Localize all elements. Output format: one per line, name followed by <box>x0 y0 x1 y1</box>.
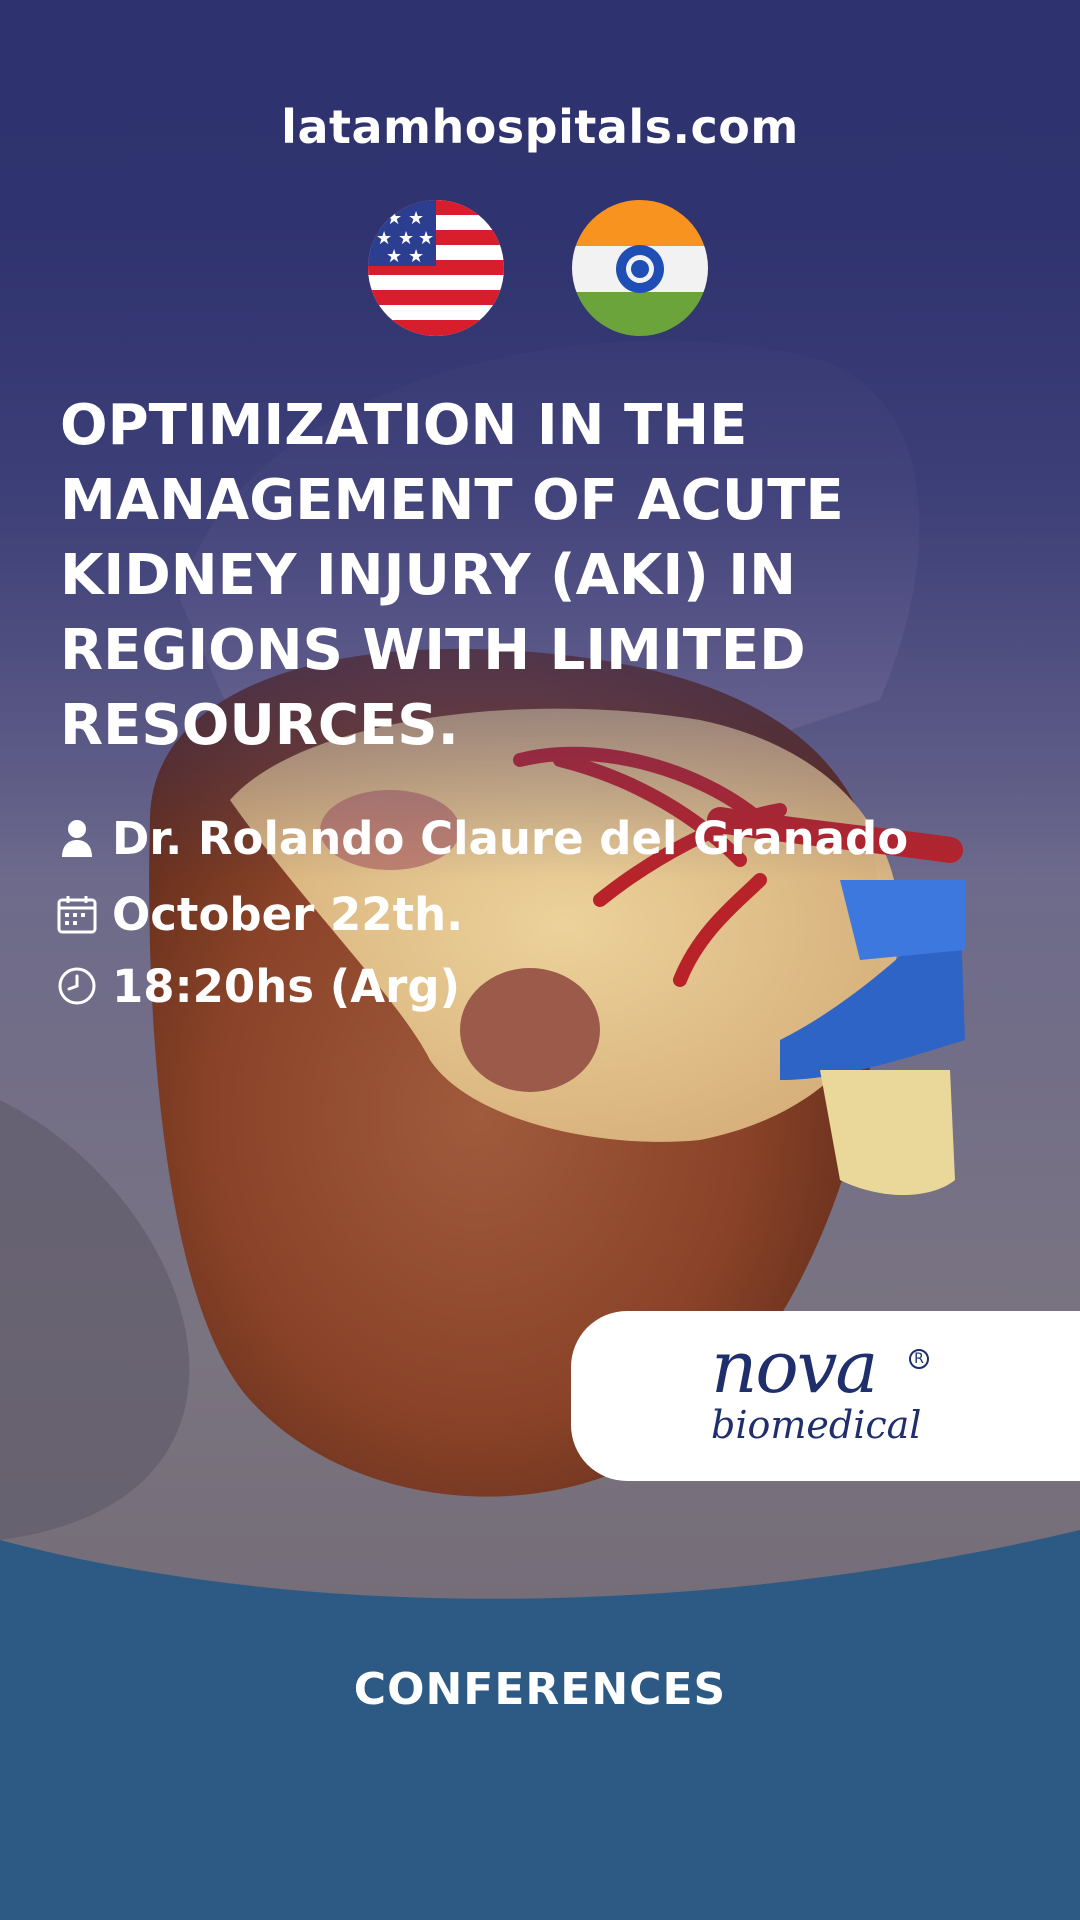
event-date: October 22th. <box>112 887 464 941</box>
date-row: October 22th. <box>56 886 463 942</box>
event-title: OPTIMIZATION IN THE MANAGEMENT OF ACUTE … <box>60 388 1000 763</box>
svg-text:★: ★ <box>408 246 424 267</box>
svg-text:★: ★ <box>408 208 424 229</box>
event-time: 18:20hs (Arg) <box>112 959 461 1013</box>
title-line: KIDNEY INJURY (AKI) IN <box>60 543 796 608</box>
nova-biomedical-logo-subword: biomedical <box>711 1403 922 1447</box>
person-icon <box>56 817 98 859</box>
calendar-icon <box>56 893 98 935</box>
footer-label: CONFERENCES <box>353 1664 727 1715</box>
title-line: RESOURCES. <box>60 693 459 758</box>
title-line: REGIONS WITH LIMITED <box>60 618 806 683</box>
registered-mark-icon: R <box>909 1349 929 1369</box>
clock-icon <box>56 965 98 1007</box>
speaker-name: Dr. Rolando Claure del Granado <box>112 811 909 865</box>
sponsor-logo-card[interactable]: nova R biomedical <box>571 1311 1080 1481</box>
title-line: OPTIMIZATION IN THE <box>60 393 748 458</box>
nova-biomedical-logo-word: nova <box>711 1325 878 1409</box>
title-line: MANAGEMENT OF ACUTE <box>60 468 844 533</box>
speaker-row: Dr. Rolando Claure del Granado <box>56 810 908 866</box>
india-flag-icon <box>572 200 708 336</box>
svg-text:★: ★ <box>386 246 402 267</box>
site-url[interactable]: latamhospitals.com <box>0 100 1080 154</box>
us-flag-icon: ★ ★ ★ ★ ★ ★ ★ <box>368 200 504 336</box>
poster: latamhospitals.com ★ ★ ★ ★ ★ ★ ★ OPTIMIZ… <box>0 0 1080 1920</box>
time-row: 18:20hs (Arg) <box>56 958 460 1014</box>
